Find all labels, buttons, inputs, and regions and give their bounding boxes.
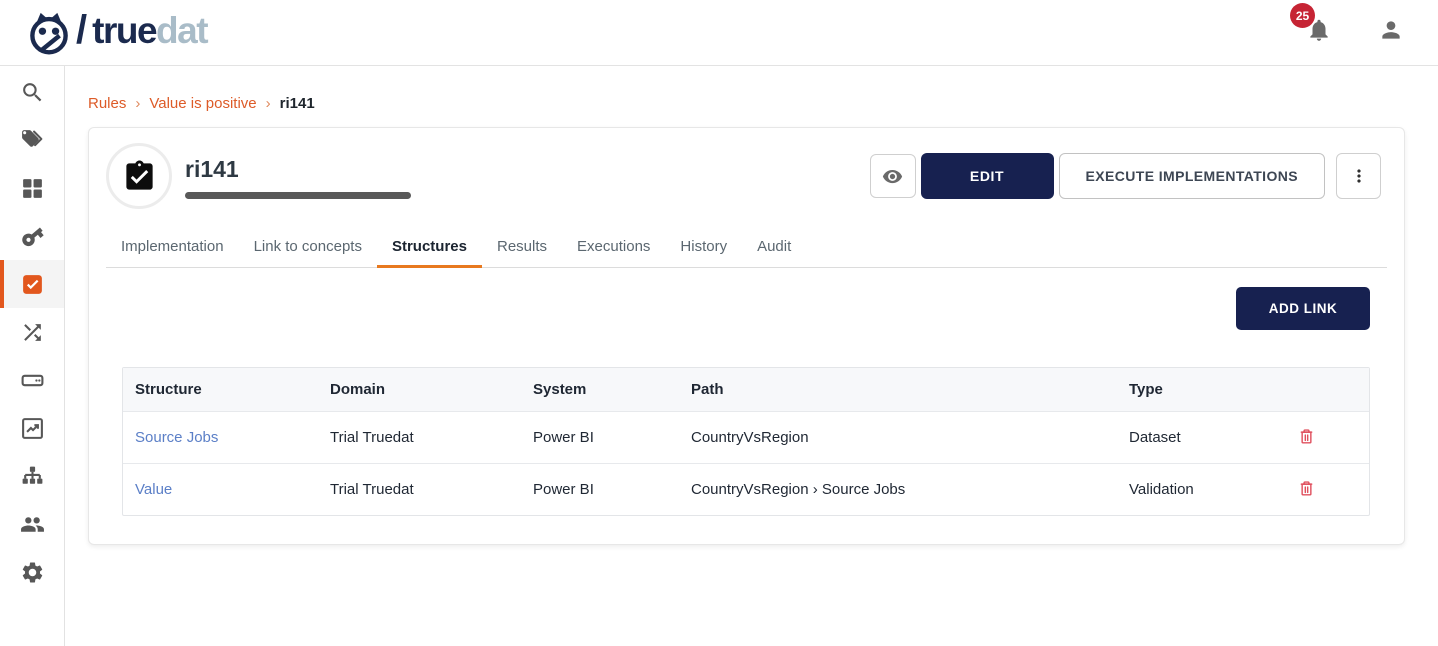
notification-count-badge: 25 — [1290, 3, 1315, 28]
structures-panel: ADD LINK Structure Domain System — [89, 268, 1404, 516]
page-title: ri141 — [185, 156, 411, 183]
delete-link-button[interactable] — [1295, 477, 1318, 500]
sidebar-item-keys[interactable] — [0, 212, 64, 260]
tab-structures[interactable]: Structures — [377, 230, 482, 267]
tab-history[interactable]: History — [665, 230, 742, 267]
sitemap-icon — [20, 464, 45, 489]
breadcrumb-current: ri141 — [280, 95, 315, 112]
path-cell: CountryVsRegion › Source Jobs — [679, 464, 1117, 516]
trash-icon — [1297, 427, 1316, 446]
rule-card: ri141 EDIT EXECUTE IMPLEMENTATIONS Imple… — [88, 127, 1405, 545]
rule-title-block: ri141 — [185, 154, 411, 199]
rule-tabs: Implementation Link to concepts Structur… — [106, 230, 1387, 268]
logo-word-dat: dat — [156, 10, 207, 51]
key-icon — [20, 224, 45, 249]
eye-icon — [882, 166, 903, 187]
user-menu-button[interactable] — [1378, 17, 1404, 48]
owl-logo-icon — [28, 10, 70, 56]
logo-wordmark: truedat — [92, 10, 207, 52]
notifications-button[interactable]: 25 — [1306, 17, 1332, 48]
sidebar-item-rules[interactable] — [0, 260, 64, 308]
top-bar: / truedat 25 — [0, 0, 1438, 66]
delete-link-button[interactable] — [1295, 425, 1318, 448]
tab-implementation[interactable]: Implementation — [106, 230, 239, 267]
sidebar-item-search[interactable] — [0, 68, 64, 116]
edit-button[interactable]: EDIT — [921, 153, 1054, 199]
table-row: Source Jobs Trial Truedat Power BI Count… — [123, 412, 1369, 464]
path-cell: CountryVsRegion — [679, 412, 1117, 464]
breadcrumb-separator: › — [266, 95, 271, 112]
clipboard-check-icon — [122, 159, 157, 194]
truedat-logo[interactable]: / truedat — [28, 8, 207, 57]
gear-icon — [20, 560, 45, 585]
column-header-type: Type — [1117, 368, 1283, 412]
column-header-actions — [1283, 368, 1369, 412]
check-square-icon — [20, 272, 45, 297]
system-cell: Power BI — [521, 412, 679, 464]
domain-cell: Trial Truedat — [318, 464, 521, 516]
type-cell: Validation — [1117, 464, 1283, 516]
structures-table: Structure Domain System Path Type Source… — [122, 367, 1370, 516]
sidebar-item-tags[interactable] — [0, 116, 64, 164]
structure-link[interactable]: Source Jobs — [135, 429, 218, 446]
sidebar-item-relations[interactable] — [0, 308, 64, 356]
sidebar-item-hierarchy[interactable] — [0, 452, 64, 500]
drive-icon — [20, 368, 45, 393]
column-header-domain: Domain — [318, 368, 521, 412]
trash-icon — [1297, 479, 1316, 498]
logo-slash: / — [76, 8, 87, 53]
domain-cell: Trial Truedat — [318, 412, 521, 464]
column-header-structure: Structure — [123, 368, 318, 412]
search-icon — [20, 80, 45, 105]
table-row: Value Trial Truedat Power BI CountryVsRe… — [123, 464, 1369, 516]
main-content: Rules › Value is positive › ri141 ri141 — [65, 66, 1438, 646]
topbar-actions: 25 — [1306, 17, 1408, 48]
structures-toolbar: ADD LINK — [122, 287, 1370, 330]
users-icon — [20, 512, 45, 537]
table-header-row: Structure Domain System Path Type — [123, 368, 1369, 412]
sidebar-item-dashboards[interactable] — [0, 404, 64, 452]
shuffle-icon — [20, 320, 45, 345]
structure-link[interactable]: Value — [135, 481, 172, 498]
rule-quality-bar — [185, 192, 411, 199]
tab-results[interactable]: Results — [482, 230, 562, 267]
type-cell: Dataset — [1117, 412, 1283, 464]
rule-card-header: ri141 EDIT EXECUTE IMPLEMENTATIONS — [89, 128, 1404, 209]
kebab-menu-icon — [1349, 166, 1369, 186]
more-options-button[interactable] — [1336, 153, 1381, 199]
breadcrumb: Rules › Value is positive › ri141 — [88, 94, 1405, 112]
rule-actions: EDIT EXECUTE IMPLEMENTATIONS — [870, 153, 1381, 199]
sidebar-item-settings[interactable] — [0, 548, 64, 596]
column-header-path: Path — [679, 368, 1117, 412]
execute-implementations-button[interactable]: EXECUTE IMPLEMENTATIONS — [1059, 153, 1325, 199]
sidebar — [0, 66, 65, 646]
logo-word-true: true — [92, 10, 156, 51]
add-link-button[interactable]: ADD LINK — [1236, 287, 1370, 330]
rule-avatar — [106, 143, 172, 209]
breadcrumb-link-rule-name[interactable]: Value is positive — [149, 95, 256, 112]
view-button[interactable] — [870, 154, 916, 198]
grid-icon — [20, 176, 45, 201]
system-cell: Power BI — [521, 464, 679, 516]
person-icon — [1378, 17, 1404, 43]
chart-icon — [20, 416, 45, 441]
breadcrumb-link-rules[interactable]: Rules — [88, 95, 126, 112]
tags-icon — [20, 128, 45, 153]
tab-executions[interactable]: Executions — [562, 230, 665, 267]
sidebar-item-systems[interactable] — [0, 356, 64, 404]
sidebar-item-modules[interactable] — [0, 164, 64, 212]
sidebar-item-users[interactable] — [0, 500, 64, 548]
tab-link-to-concepts[interactable]: Link to concepts — [239, 230, 377, 267]
breadcrumb-separator: › — [135, 95, 140, 112]
column-header-system: System — [521, 368, 679, 412]
tab-audit[interactable]: Audit — [742, 230, 806, 267]
